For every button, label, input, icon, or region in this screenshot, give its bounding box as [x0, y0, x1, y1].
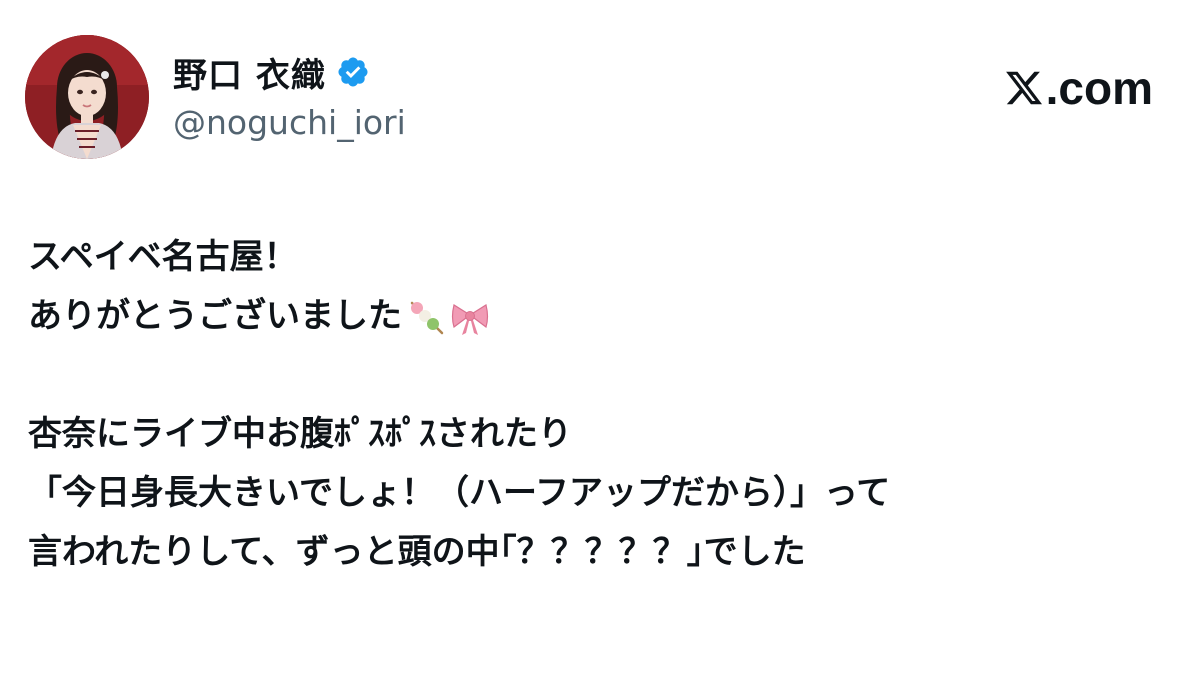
brand-logo: .com — [1004, 61, 1153, 115]
tweet-line-text: スペイベ名古屋！ — [28, 237, 298, 277]
tweet-line-text: ありがとうございました — [28, 296, 402, 336]
verified-badge-icon[interactable] — [336, 55, 370, 89]
name-block: 野口 衣織 @noguchi_iori — [173, 48, 406, 143]
avatar[interactable] — [25, 35, 149, 159]
display-name[interactable]: 野口 衣織 — [173, 48, 326, 97]
tweet-line: 「今日身長大きいでしょ！（ハーフアップだから）」って — [28, 464, 1178, 523]
ribbon-icon — [451, 303, 489, 335]
display-name-row: 野口 衣織 — [173, 48, 406, 97]
avatar-image — [25, 35, 149, 159]
tweet-text: スペイベ名古屋！ ありがとうございました 杏奈にライブ中お腹ﾎﾟｽﾎﾟｽされたり… — [28, 228, 1178, 582]
tweet-line: 言われたりして、ずっと頭の中｢？？？？？｣でした — [28, 523, 1178, 582]
tweet-line: スペイベ名古屋！ — [28, 228, 1178, 287]
handle[interactable]: @noguchi_iori — [173, 103, 406, 142]
tweet-line-text: 杏奈にライブ中お腹ﾎﾟｽﾎﾟｽされたり — [28, 414, 572, 454]
tweet-line-text: 言われたりして、ずっと頭の中｢？？？？？｣でした — [28, 532, 806, 572]
x-logo-icon — [1005, 71, 1042, 105]
tweet-line: 杏奈にライブ中お腹ﾎﾟｽﾎﾟｽされたり — [28, 405, 1178, 464]
dango-icon — [410, 301, 444, 334]
tweet-line: ありがとうございました — [28, 287, 1178, 346]
tweet-header: 野口 衣織 @noguchi_iori .com — [25, 35, 1175, 165]
brand-label: .com — [1045, 62, 1153, 114]
tweet-line-text: 「今日身長大きいでしょ！（ハーフアップだから）」って — [28, 473, 891, 513]
